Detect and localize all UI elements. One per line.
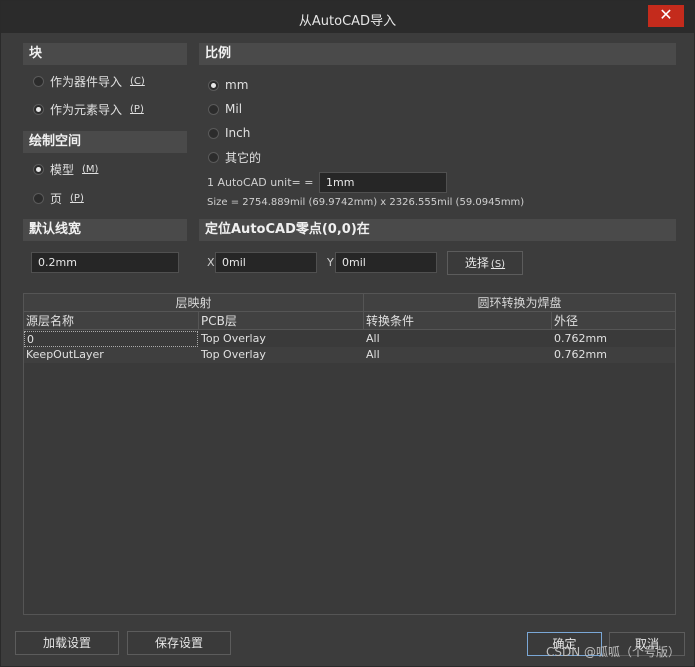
origin-header: 定位AutoCAD零点(0,0)在	[199, 219, 676, 241]
radio-label: 作为器件导入	[50, 75, 123, 89]
accelerator-key: (S)	[490, 259, 506, 270]
accelerator-key: (C)	[130, 76, 145, 87]
radio-import-as-primitive[interactable]: 作为元素导入 (P)	[33, 101, 144, 118]
radio-scale-inch[interactable]: Inch	[208, 126, 250, 140]
select-origin-button[interactable]: 选择 (S)	[447, 251, 523, 275]
watermark-text: CSDN @呱呱（个号版）	[545, 645, 680, 659]
block-header: 块	[23, 43, 187, 65]
drawing-space-header: 绘制空间	[23, 131, 187, 153]
load-settings-button[interactable]: 加载设置	[15, 631, 119, 655]
save-settings-button[interactable]: 保存设置	[127, 631, 231, 655]
radio-indicator	[208, 79, 219, 91]
col-pcb-layer[interactable]: PCB层	[199, 312, 364, 330]
select-label: 选择	[464, 256, 489, 270]
radio-label: 模型	[50, 163, 75, 177]
line-width-header: 默认线宽	[23, 219, 187, 241]
table-row[interactable]: KeepOutLayer Top Overlay All 0.762mm	[24, 347, 675, 363]
cell-source-layer[interactable]: 0	[24, 331, 198, 347]
origin-y-input[interactable]: 0mil	[335, 252, 437, 273]
close-icon: ✕	[659, 5, 673, 24]
radio-scale-mm[interactable]: mm	[208, 78, 248, 92]
radio-indicator	[33, 104, 44, 115]
radio-label: 其它的	[225, 151, 262, 165]
radio-model-space[interactable]: 模型 (M)	[33, 161, 98, 178]
cell-outer-diameter[interactable]: 0.762mm	[552, 347, 675, 363]
cell-source-layer[interactable]: KeepOutLayer	[24, 347, 199, 363]
scale-header: 比例	[199, 43, 676, 65]
close-button[interactable]: ✕	[648, 5, 684, 27]
cell-condition[interactable]: All	[364, 331, 552, 347]
radio-scale-mil[interactable]: Mil	[208, 102, 242, 116]
size-readout: Size = 2754.889mil (69.9742mm) x 2326.55…	[207, 197, 525, 208]
band-layer-mapping: 层映射	[24, 294, 364, 312]
radio-import-as-component[interactable]: 作为器件导入 (C)	[33, 73, 145, 90]
col-condition[interactable]: 转换条件	[364, 312, 552, 330]
radio-indicator	[33, 76, 44, 87]
radio-label: 页	[50, 192, 63, 206]
radio-paper-space[interactable]: 页 (P)	[33, 190, 84, 207]
title-bar: 从AutoCAD导入 ✕	[1, 1, 694, 33]
dialog-title: 从AutoCAD导入	[298, 14, 397, 29]
col-source-layer[interactable]: 源层名称	[24, 312, 199, 330]
radio-label: Inch	[225, 126, 251, 140]
unit-value-input[interactable]: 1mm	[319, 172, 447, 193]
radio-indicator	[208, 103, 219, 115]
radio-label: mm	[225, 78, 249, 92]
cell-outer-diameter[interactable]: 0.762mm	[552, 331, 675, 347]
cell-pcb-layer[interactable]: Top Overlay	[199, 347, 364, 363]
radio-indicator	[208, 127, 219, 139]
unit-label: 1 AutoCAD unit= =	[207, 176, 314, 189]
accelerator-key: (P)	[70, 193, 84, 204]
origin-x-input[interactable]: 0mil	[215, 252, 317, 273]
radio-indicator	[33, 164, 44, 175]
band-ring-to-pad: 圆环转换为焊盘	[364, 294, 675, 312]
col-outer-diameter[interactable]: 外径	[552, 312, 675, 330]
radio-indicator	[33, 193, 44, 204]
table-row[interactable]: 0 Top Overlay All 0.762mm	[24, 331, 675, 347]
radio-label: 作为元素导入	[50, 103, 123, 117]
radio-label: Mil	[225, 102, 243, 116]
table-header: 源层名称 PCB层 转换条件 外径	[24, 312, 675, 330]
import-autocad-dialog: 从AutoCAD导入 ✕ 块 作为器件导入 (C) 作为元素导入 (P) 绘制空间 …	[0, 0, 695, 667]
cell-pcb-layer[interactable]: Top Overlay	[199, 331, 364, 347]
accelerator-key: (M)	[82, 164, 99, 175]
origin-y-label: Y	[327, 256, 334, 269]
origin-x-label: X	[207, 256, 215, 269]
layer-mapping-table: 层映射 圆环转换为焊盘 源层名称 PCB层 转换条件 外径 0 Top Over…	[23, 293, 676, 615]
radio-scale-other[interactable]: 其它的	[208, 149, 261, 166]
cell-condition[interactable]: All	[364, 347, 552, 363]
accelerator-key: (P)	[130, 104, 144, 115]
radio-indicator	[208, 152, 219, 163]
line-width-input[interactable]: 0.2mm	[31, 252, 179, 273]
